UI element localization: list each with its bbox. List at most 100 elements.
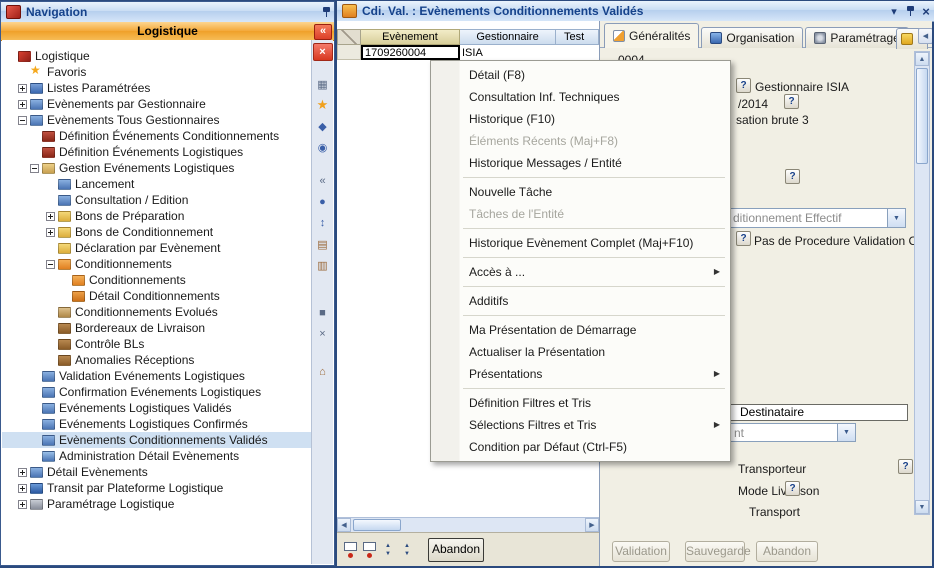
tree-item[interactable]: Détail Evènements [2,464,313,480]
help-button[interactable]: ? [785,481,800,496]
tree-expander-icon[interactable] [46,196,55,205]
vertical-scrollbar[interactable]: ▲ ▼ [914,51,930,515]
tree-item[interactable]: Conditionnements Evolués [2,304,313,320]
tree-item[interactable]: Listes Paramétrées [2,80,313,96]
clear-icon[interactable]: × [313,325,333,343]
tree-item[interactable]: Consultation / Edition [2,192,313,208]
library-icon[interactable]: ▥ [313,256,333,274]
tree-expander-icon[interactable] [46,340,55,349]
sauvegarde-button[interactable]: Sauvegarde [685,541,745,562]
tree-item[interactable]: Bons de Préparation [2,208,313,224]
tree-expander-icon[interactable] [46,180,55,189]
sort-icon[interactable]: ↕ [313,214,333,232]
scroll-left-icon[interactable]: ◀ [337,518,351,532]
help-button[interactable]: ? [785,169,800,184]
menu-item[interactable]: Historique Messages / Entité [432,152,729,174]
tree-item[interactable]: Bons de Conditionnement [2,224,313,240]
search-icon[interactable]: ◉ [313,138,333,156]
tree-expander-icon[interactable] [18,84,27,93]
window-menu-button[interactable]: ▾ [886,4,902,19]
tree-item[interactable]: Anomalies Réceptions [2,352,313,368]
tree-item[interactable]: Lancement [2,176,313,192]
tree-item[interactable]: Détail Conditionnements [2,288,313,304]
tree-item[interactable]: Gestion Evénements Logistiques [2,160,313,176]
scrollbar-thumb[interactable] [353,519,401,531]
tree-item[interactable]: Confirmation Evénements Logistiques [2,384,313,400]
tree-expander-icon[interactable] [30,132,39,141]
tree-expander-icon[interactable] [46,260,55,269]
tree-item[interactable]: Déclaration par Evènement [2,240,313,256]
tree-item[interactable]: Transit par Plateforme Logistique [2,480,313,496]
menu-item[interactable]: Définition Filtres et Tris [432,392,729,414]
tab-organisation[interactable]: Organisation [701,27,803,48]
column-header-test[interactable]: Test [556,29,599,45]
tab-generalites[interactable]: Généralités [604,23,699,48]
edit-icon[interactable]: ◆ [313,117,333,135]
tree-expander-icon[interactable] [46,356,55,365]
scroll-up-record-button[interactable]: ▲ ▼ [380,538,396,562]
tree-expander-icon[interactable] [18,468,27,477]
cell-evenement[interactable]: 1709260004 [361,45,460,60]
scroll-up-icon[interactable]: ▲ [915,52,929,66]
abandon-detail-button[interactable]: Abandon [756,541,818,562]
tree-item[interactable]: Administration Détail Evènements [2,448,313,464]
help-button[interactable]: ? [736,78,751,93]
pin-button[interactable] [318,5,334,20]
tree-expander-icon[interactable] [30,148,39,157]
lock-icon[interactable]: ■ [313,304,333,322]
tree-expander-icon[interactable] [30,404,39,413]
tree-expander-icon[interactable] [46,324,55,333]
tree-expander-icon[interactable] [30,388,39,397]
tree-expander-icon[interactable] [18,68,27,77]
help-button[interactable]: ? [736,231,751,246]
tree-expander-icon[interactable] [60,292,69,301]
tree-item[interactable]: Evènements Tous Gestionnaires [2,112,313,128]
cell-gestionnaire[interactable]: ISIA [460,45,556,60]
menu-item[interactable]: Additifs [432,290,729,312]
menu-item[interactable]: Éléments Récents (Maj+F8) [432,130,729,152]
tree-item[interactable]: Bordereaux de Livraison [2,320,313,336]
tree-item[interactable]: Evénements Logistiques Validés [2,400,313,416]
chevron-down-icon[interactable] [887,209,905,227]
row-selector-cell[interactable] [337,45,361,60]
tree-item[interactable]: Contrôle BLs [2,336,313,352]
tree-expander-icon[interactable] [30,372,39,381]
validation-button[interactable]: Validation [612,541,670,562]
tree-expander-icon[interactable] [30,452,39,461]
tree-expander-icon[interactable] [46,244,55,253]
menu-item[interactable]: Consultation Inf. Techniques [432,86,729,108]
pin-button[interactable] [902,4,918,19]
menu-item[interactable]: Actualiser la Présentation [432,341,729,363]
tree-expander-icon[interactable] [46,308,55,317]
tree-expander-icon[interactable] [18,116,27,125]
tree-expander-icon[interactable] [46,212,55,221]
menu-item[interactable]: Condition par Défaut (Ctrl-F5) [432,436,729,458]
menu-item[interactable]: Historique Evènement Complet (Maj+F10) [432,232,729,254]
tree-item[interactable]: Logistique [2,48,313,64]
scroll-right-icon[interactable]: ▶ [585,518,599,532]
menu-item[interactable]: Détail (F8) [432,64,729,86]
menu-item[interactable]: Présentations [432,363,729,385]
collapse-tree-button[interactable]: « [314,24,332,40]
close-window-button[interactable]: × [918,4,934,19]
abandon-button[interactable]: Abandon [428,538,484,562]
tree-item[interactable]: Conditionnements [2,272,313,288]
record-view-alt-button[interactable] [361,538,377,562]
menu-item[interactable]: Ma Présentation de Démarrage [432,319,729,341]
column-header-evenement[interactable]: Evènement [361,29,460,45]
tree-item[interactable]: Evénements Logistiques Confirmés [2,416,313,432]
menu-item[interactable]: Historique (F10) [432,108,729,130]
close-icon[interactable]: × [313,43,333,61]
tree-expander-icon[interactable] [6,52,15,61]
tree-item[interactable]: Conditionnements [2,256,313,272]
tree-expander-icon[interactable] [18,484,27,493]
scroll-down-record-button[interactable]: ▲ ▼ [399,538,415,562]
scrollbar-thumb[interactable] [916,68,928,164]
tree-expander-icon[interactable] [18,500,27,509]
tree-expander-icon[interactable] [18,100,27,109]
tree-expander-icon[interactable] [30,420,39,429]
chevron-down-icon[interactable] [837,424,855,441]
tree-expander-icon[interactable] [30,164,39,173]
archive-icon[interactable]: ▤ [313,235,333,253]
horizontal-scrollbar[interactable]: ◀ ▶ [337,517,599,532]
